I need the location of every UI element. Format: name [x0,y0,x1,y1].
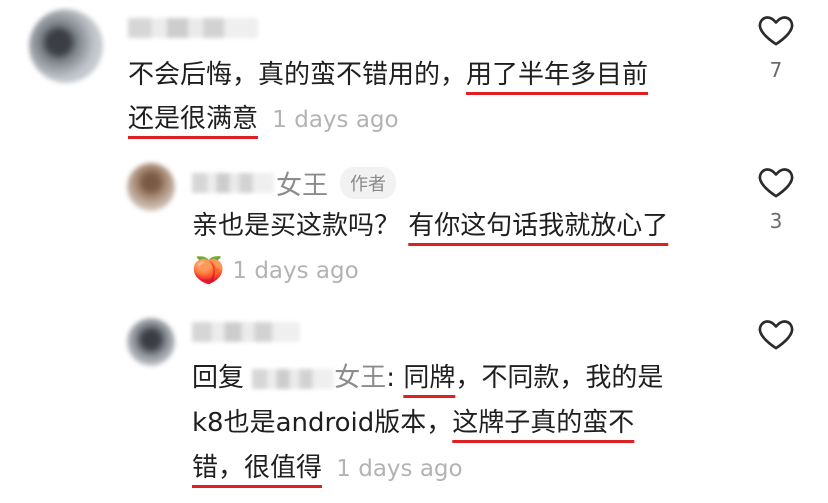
comment-meta-row: 🍑 1 days ago [192,252,359,290]
comment-text: 不会后悔，真的蛮不错用的，用了半年多目前 [128,52,648,98]
like-button[interactable] [756,10,796,50]
comment-text-highlight: 用了半年多目前 [466,60,649,90]
comment-text: 亲也是买这款吗？ 有你这句话我就放心了 [192,203,668,249]
like-button[interactable] [756,314,796,354]
comment-text-highlight: 这牌子真的蛮不 [452,408,635,438]
heart-icon [758,168,794,198]
comment-text-highlight: 还是很满意 [128,104,259,134]
author-badge: 作者 [340,167,397,199]
comment-time: 1 days ago [232,258,359,284]
comment-text: 回复 女王: 同牌，不同款，我的是 [192,355,663,401]
comment-text-highlight: 有你这句话我就放心了 [408,211,669,241]
comment-time: 1 days ago [336,456,463,482]
username-suffix[interactable]: 女王 [276,165,328,202]
comment-text-plain: 亲也是买这款吗？ [192,211,409,241]
like-count: 3 [769,209,783,233]
comment-time: 1 days ago [272,107,399,133]
comment-text-plain: 不会后悔，真的蛮不错用的， [128,60,467,90]
comment-text-plain: ，不同款，我的是 [455,363,664,393]
heart-icon [758,320,794,350]
avatar[interactable] [127,163,175,211]
avatar[interactable] [29,9,103,83]
reply-prefix: 回复 [192,363,253,393]
like-button[interactable] [756,162,796,202]
heart-icon [758,16,794,46]
reply-to-suffix[interactable]: 女王 [334,363,386,393]
like-count: 7 [769,58,783,82]
reply-name-row: 女王 作者 [192,165,397,202]
comment-text-highlight: 错，很值得 [192,453,323,483]
comment-text-line2: k8也是android版本，这牌子真的蛮不 [192,400,634,446]
reply-to-blurred[interactable] [252,368,335,389]
username-blurred[interactable] [192,322,300,342]
avatar[interactable] [127,318,175,366]
comment-text-highlight: 同牌 [403,363,456,393]
reply-colon: : [386,363,404,393]
comment-text-line3: 错，很值得 1 days ago [192,445,463,492]
peach-emoji-icon: 🍑 [192,256,225,286]
username-blurred[interactable] [128,18,258,38]
username-blurred[interactable] [192,173,274,193]
comment-text-plain: k8也是android版本， [192,408,453,438]
comment-text-line2: 还是很满意 1 days ago [128,96,399,143]
